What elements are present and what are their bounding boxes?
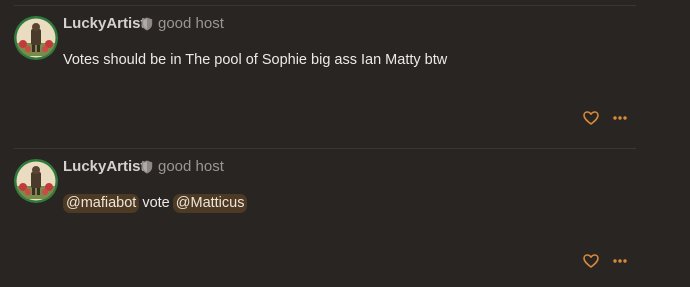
username[interactable]: LuckyArtist bbox=[63, 158, 146, 176]
avatar[interactable] bbox=[14, 16, 58, 60]
post: LuckyArtist good host Votes should be in… bbox=[0, 0, 690, 143]
post-divider bbox=[14, 5, 636, 6]
shield-icon bbox=[141, 160, 153, 174]
post: LuckyArtist good host @mafiabot vote @Matt… bbox=[0, 143, 690, 286]
post-body: @mafiabot vote @Matticus bbox=[63, 193, 248, 213]
shield-icon bbox=[141, 17, 153, 31]
avatar[interactable] bbox=[14, 159, 58, 203]
body-word: vote bbox=[142, 195, 170, 211]
username[interactable]: LuckyArtist bbox=[63, 15, 146, 33]
mention-link[interactable]: @Matticus bbox=[172, 194, 248, 213]
like-heart-icon[interactable] bbox=[582, 109, 600, 127]
like-heart-icon[interactable] bbox=[582, 252, 600, 270]
more-options-icon[interactable] bbox=[611, 252, 629, 270]
user-title: good host bbox=[158, 15, 224, 32]
post-divider bbox=[14, 148, 636, 149]
post-body: Votes should be in The pool of Sophie bi… bbox=[63, 52, 448, 68]
mention-link[interactable]: @mafiabot bbox=[63, 194, 140, 213]
user-title: good host bbox=[158, 158, 224, 175]
more-options-icon[interactable] bbox=[611, 109, 629, 127]
